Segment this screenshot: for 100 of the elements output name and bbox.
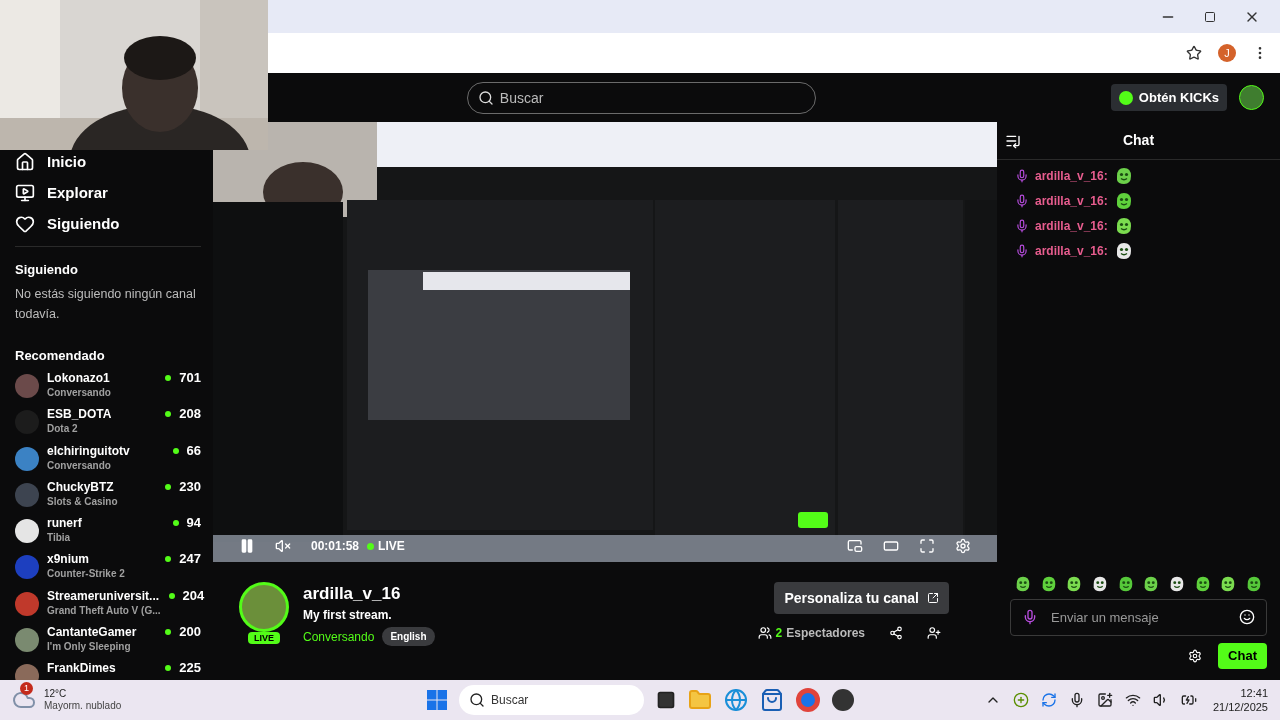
channel-name: FrankDimes — [47, 660, 116, 677]
notification-badge: 1 — [20, 682, 33, 695]
channel-name: x9nium — [47, 551, 89, 568]
chat-username[interactable]: ardilla_v_16: — [1035, 167, 1108, 185]
emote-icon — [1014, 575, 1032, 593]
search-icon — [477, 89, 494, 106]
viewer-count: 2 — [775, 625, 783, 642]
viewer-count: 225 — [179, 660, 201, 677]
channel-category: Grand Theft Auto V (G... — [47, 603, 161, 618]
avatar — [15, 519, 39, 544]
weather-description: Mayorm. nublado — [44, 700, 122, 712]
maximize-icon[interactable] — [1204, 10, 1216, 23]
channel-category: Conversando — [47, 458, 111, 473]
mute-icon[interactable] — [275, 538, 291, 554]
channel-category: Counter-Strike 2 — [47, 567, 125, 582]
follow-icon[interactable] — [927, 626, 941, 640]
channel-item[interactable]: ChuckyBTZ Slots & Casino 230 — [15, 478, 201, 516]
live-indicator: LIVE — [367, 537, 405, 555]
channel-item[interactable]: elchiringuitotv Conversando 66 — [15, 442, 201, 479]
emoji-icon[interactable] — [1239, 609, 1255, 625]
viewer-count: 208 — [179, 406, 201, 423]
empty-message: No estás siguiendo ningún canal todavía. — [15, 285, 197, 323]
coin-icon — [1118, 90, 1133, 105]
chat-username[interactable]: ardilla_v_16: — [1035, 242, 1108, 260]
stream-time: 00:01:58 — [311, 538, 360, 555]
send-chat-button[interactable]: Chat — [1218, 643, 1267, 669]
wifi-icon[interactable] — [1124, 692, 1141, 708]
channel-name: Streameruniversit... — [47, 587, 160, 604]
taskbar-search-field[interactable]: Buscar — [459, 685, 644, 715]
profile-avatar[interactable]: J — [1218, 44, 1236, 62]
channel-name: ChuckyBTZ — [47, 478, 114, 495]
heart-icon — [15, 214, 35, 234]
share-icon[interactable] — [889, 626, 903, 640]
avatar — [15, 446, 39, 471]
viewer-count: 230 — [179, 478, 201, 495]
task-view-icon[interactable] — [656, 690, 676, 710]
channel-category: Dota 2 — [47, 422, 78, 437]
search-icon — [469, 692, 485, 708]
viewer-count: 200 — [179, 624, 201, 641]
chat-username[interactable]: ardilla_v_16: — [1035, 192, 1108, 210]
fullscreen-icon[interactable] — [919, 538, 935, 554]
viewers-label: Espectadores — [786, 625, 865, 642]
clock-time: 12:41 — [1240, 686, 1268, 700]
theater-mode-icon[interactable] — [883, 538, 899, 554]
channel-item[interactable]: Lokonazo1 Conversando 701 — [15, 370, 201, 407]
channel-category: Slots & Casino — [47, 494, 118, 509]
get-kicks-button[interactable]: Obtén KICKs — [1110, 84, 1227, 111]
bookmark-star-icon[interactable] — [1186, 45, 1202, 61]
live-badge: LIVE — [248, 632, 280, 644]
category-link[interactable]: Conversando — [303, 627, 375, 646]
viewer-count: 701 — [179, 370, 201, 386]
channel-name: ardilla_v_16 — [303, 583, 402, 605]
section-heading: Siguiendo — [15, 261, 79, 279]
channel-name: ESB_DOTA — [47, 406, 112, 423]
avatar — [15, 628, 39, 653]
channel-item[interactable]: ESB_DOTA Dota 2 208 — [15, 406, 201, 443]
browser-icon[interactable] — [724, 688, 748, 712]
nav-link[interactable]: Explorar — [15, 183, 201, 203]
channel-name: elchiringuitotv — [47, 442, 130, 459]
viewer-count: 94 — [186, 515, 201, 532]
viewer-count: 204 — [182, 587, 205, 604]
tag[interactable]: English — [382, 627, 435, 646]
section-heading: Recomendado — [15, 346, 106, 365]
weather-temperature: 12°C — [44, 688, 68, 700]
stream-title: My first stream. — [303, 607, 393, 624]
store-icon[interactable] — [760, 688, 784, 712]
avatar — [15, 482, 39, 507]
channel-item[interactable]: x9nium Counter-Strike 2 247 — [15, 551, 201, 588]
channel-name: Lokonazo1 — [47, 370, 110, 386]
message-field[interactable]: Enviar un mensaje — [1010, 599, 1267, 636]
viewer-count: 66 — [186, 442, 201, 459]
microphone-icon — [1015, 194, 1029, 208]
channel-avatar[interactable] — [239, 582, 289, 632]
customize-channel-button[interactable]: Personaliza tu canal — [774, 582, 949, 614]
battery-icon[interactable] — [1180, 692, 1197, 708]
home-icon — [15, 152, 35, 172]
nav-link[interactable]: Siguiendo — [15, 214, 201, 234]
channel-name: runerf — [47, 515, 82, 532]
microphone-icon — [1015, 244, 1029, 258]
users-icon — [757, 626, 772, 640]
search-field[interactable]: Buscar — [466, 81, 816, 114]
channel-category: I'm Only Sleeping — [47, 640, 131, 655]
nav-link[interactable]: Inicio — [15, 152, 201, 172]
external-link-icon — [927, 592, 939, 604]
tray-app-icon[interactable] — [1012, 692, 1029, 708]
image-icon[interactable] — [1096, 692, 1113, 708]
user-avatar[interactable] — [1239, 85, 1264, 110]
settings-icon[interactable] — [1188, 649, 1203, 663]
avatar — [15, 555, 39, 580]
microphone-icon — [1015, 169, 1029, 183]
channel-item[interactable]: runerf Tibia 94 — [15, 515, 201, 552]
picture-in-picture-icon[interactable] — [847, 538, 863, 554]
channel-category: Conversando — [47, 386, 111, 400]
chat-username[interactable]: ardilla_v_16: — [1035, 217, 1108, 235]
sync-icon[interactable] — [1040, 692, 1057, 708]
channel-name: CantanteGamer — [47, 624, 137, 641]
clock-date: 21/12/2025 — [1212, 700, 1268, 714]
avatar — [15, 591, 39, 616]
pause-icon[interactable] — [239, 538, 255, 554]
channel-item[interactable]: CantanteGamer I'm Only Sleeping 200 — [15, 624, 201, 661]
